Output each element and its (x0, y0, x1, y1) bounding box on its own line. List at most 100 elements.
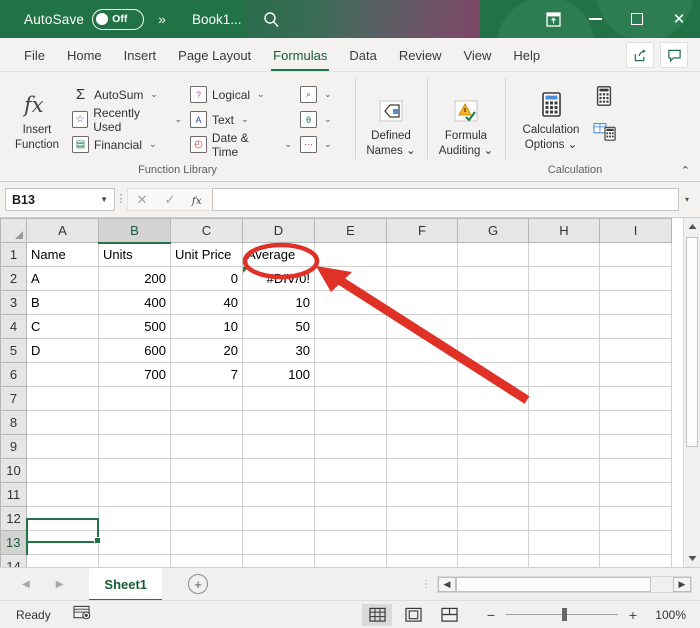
cell-b6[interactable]: 700 (99, 363, 171, 387)
cell-g9[interactable] (458, 435, 529, 459)
fill-handle[interactable] (94, 537, 101, 544)
page-layout-view-button[interactable] (398, 604, 428, 626)
row-header-2[interactable]: 2 (1, 267, 27, 291)
cell-c12[interactable] (171, 507, 243, 531)
cell-c5[interactable]: 20 (171, 339, 243, 363)
lookup-reference-button[interactable]: ⌕ ⌄ (296, 83, 344, 107)
cell-b3[interactable]: 400 (99, 291, 171, 315)
normal-view-button[interactable] (362, 604, 392, 626)
formula-bar-grip[interactable]: ⋮ (115, 196, 127, 203)
cell-h1[interactable] (529, 243, 600, 267)
cell-c13[interactable] (171, 531, 243, 555)
cell-c2[interactable]: 0 (171, 267, 243, 291)
cell-a3[interactable]: B (27, 291, 99, 315)
cell-a10[interactable] (27, 459, 99, 483)
enter-icon[interactable]: ✓ (156, 188, 184, 211)
cell-b1[interactable]: Units (99, 243, 171, 267)
minimize-button[interactable] (574, 0, 616, 38)
cell-c3[interactable]: 40 (171, 291, 243, 315)
calculate-sheet-button[interactable] (593, 120, 617, 147)
collapse-ribbon-button[interactable]: ⌃ (681, 164, 690, 177)
cell-i4[interactable] (600, 315, 672, 339)
cell-a14[interactable] (27, 555, 99, 568)
date-time-button[interactable]: ◴ Date & Time ⌄ (186, 133, 296, 157)
cell-f3[interactable] (387, 291, 458, 315)
cell-e11[interactable] (315, 483, 387, 507)
cell-h13[interactable] (529, 531, 600, 555)
zoom-slider-thumb[interactable] (562, 608, 567, 621)
cell-g5[interactable] (458, 339, 529, 363)
cell-i14[interactable] (600, 555, 672, 568)
row-header-14[interactable]: 14 (1, 555, 27, 568)
cell-d1[interactable]: Average (243, 243, 315, 267)
cell-e2[interactable] (315, 267, 387, 291)
cell-f11[interactable] (387, 483, 458, 507)
cell-f8[interactable] (387, 411, 458, 435)
cell-g3[interactable] (458, 291, 529, 315)
cell-h5[interactable] (529, 339, 600, 363)
autosave-toggle[interactable]: Off (92, 9, 144, 30)
tab-formulas[interactable]: Formulas (262, 40, 338, 71)
horizontal-scroll-thumb[interactable] (456, 577, 651, 592)
cell-b9[interactable] (99, 435, 171, 459)
add-sheet-button[interactable]: + (188, 574, 208, 594)
more-functions-button[interactable]: ⋯ ⌄ (296, 133, 344, 157)
cell-d2[interactable]: #DIV/0! (243, 267, 315, 291)
more-commands-icon[interactable]: » (158, 11, 166, 27)
defined-names-button[interactable]: Defined Names ⌄ (361, 91, 421, 160)
zoom-in-button[interactable]: + (626, 607, 640, 623)
cell-e4[interactable] (315, 315, 387, 339)
cell-g8[interactable] (458, 411, 529, 435)
cell-g6[interactable] (458, 363, 529, 387)
cell-c1[interactable]: Unit Price (171, 243, 243, 267)
chevron-down-icon[interactable]: ⌄ (257, 89, 265, 100)
sheet-prev-button[interactable]: ◀ (22, 579, 30, 590)
cell-i11[interactable] (600, 483, 672, 507)
cell-f6[interactable] (387, 363, 458, 387)
chevron-down-icon[interactable]: ⌄ (150, 89, 158, 100)
cell-e9[interactable] (315, 435, 387, 459)
cell-e5[interactable] (315, 339, 387, 363)
cell-d10[interactable] (243, 459, 315, 483)
cell-i10[interactable] (600, 459, 672, 483)
cell-d7[interactable] (243, 387, 315, 411)
cell-b11[interactable] (99, 483, 171, 507)
close-button[interactable]: ✕ (658, 0, 700, 38)
column-header-a[interactable]: A (27, 219, 99, 243)
cell-f1[interactable] (387, 243, 458, 267)
cell-c11[interactable] (171, 483, 243, 507)
cell-b12[interactable] (99, 507, 171, 531)
cell-d13[interactable] (243, 531, 315, 555)
chevron-down-icon[interactable]: ⌄ (324, 139, 332, 150)
column-header-c[interactable]: C (171, 219, 243, 243)
cell-a1[interactable]: Name (27, 243, 99, 267)
cell-a8[interactable] (27, 411, 99, 435)
cell-a7[interactable] (27, 387, 99, 411)
cell-i8[interactable] (600, 411, 672, 435)
page-break-preview-button[interactable] (434, 604, 464, 626)
cell-f9[interactable] (387, 435, 458, 459)
cell-d12[interactable] (243, 507, 315, 531)
cell-g11[interactable] (458, 483, 529, 507)
cell-i9[interactable] (600, 435, 672, 459)
financial-button[interactable]: ▤ Financial ⌄ (68, 133, 186, 157)
tab-view[interactable]: View (452, 40, 502, 71)
cell-h3[interactable] (529, 291, 600, 315)
chevron-down-icon[interactable]: ⌄ (324, 89, 332, 100)
cell-b8[interactable] (99, 411, 171, 435)
cell-e7[interactable] (315, 387, 387, 411)
cell-e10[interactable] (315, 459, 387, 483)
scroll-down-button[interactable] (684, 550, 700, 567)
scrollbar-grip[interactable]: ⋮ (421, 582, 431, 587)
formula-auditing-button[interactable]: Formula Auditing ⌄ (435, 91, 497, 160)
logical-button[interactable]: ? Logical ⌄ (186, 83, 296, 107)
tab-help[interactable]: Help (502, 40, 551, 71)
cell-i6[interactable] (600, 363, 672, 387)
cell-g1[interactable] (458, 243, 529, 267)
column-header-d[interactable]: D (243, 219, 315, 243)
cell-f14[interactable] (387, 555, 458, 568)
cell-c6[interactable]: 7 (171, 363, 243, 387)
cell-g12[interactable] (458, 507, 529, 531)
vertical-scroll-thumb[interactable] (686, 237, 698, 447)
cell-i12[interactable] (600, 507, 672, 531)
